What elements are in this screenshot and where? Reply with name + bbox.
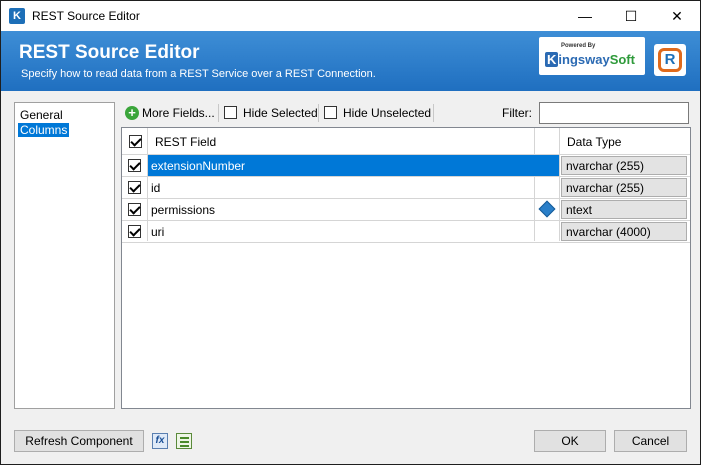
rest-logo-icon: R [654, 44, 686, 76]
rest-field-cell[interactable]: extensionNumber [148, 155, 534, 176]
data-type-value[interactable]: ntext [561, 200, 687, 219]
toolbar-divider [218, 104, 219, 122]
row-selection-fill [534, 155, 559, 176]
banner-subtitle: Specify how to read data from a REST Ser… [21, 68, 376, 80]
columns-toolbar: + More Fields... Hide Selected Hide Unse… [121, 102, 691, 124]
row-checkbox[interactable] [128, 203, 141, 216]
header-banner: REST Source Editor Specify how to read d… [1, 31, 700, 91]
more-fields-button[interactable]: More Fields... [142, 106, 215, 120]
field-info-icon[interactable] [538, 200, 556, 218]
banner-title: REST Source Editor [19, 42, 200, 63]
app-logo-icon: K [9, 8, 25, 24]
table-row[interactable]: extensionNumber nvarchar (255) [122, 155, 690, 177]
toolbar-divider [318, 104, 319, 122]
table-row[interactable]: permissions ntext [122, 199, 690, 221]
hide-unselected-label[interactable]: Hide Unselected [343, 106, 431, 120]
rest-field-cell[interactable]: uri [148, 221, 534, 242]
row-checkbox[interactable] [128, 225, 141, 238]
page-navigation: General Columns [14, 102, 115, 409]
table-row[interactable]: id nvarchar (255) [122, 177, 690, 199]
title-bar[interactable]: K REST Source Editor — ☐ ✕ [1, 1, 700, 31]
hide-selected-label[interactable]: Hide Selected [243, 106, 318, 120]
maximize-button[interactable]: ☐ [608, 1, 654, 31]
row-checkbox[interactable] [128, 159, 141, 172]
row-checkbox[interactable] [128, 181, 141, 194]
window-title: REST Source Editor [32, 9, 140, 23]
ok-button[interactable]: OK [534, 430, 606, 452]
table-row[interactable]: uri nvarchar (4000) [122, 221, 690, 243]
column-header-rest-field[interactable]: REST Field [155, 135, 216, 149]
rest-field-cell[interactable]: permissions [148, 199, 534, 220]
grid-header: REST Field Data Type [122, 128, 690, 155]
add-icon: + [125, 106, 139, 120]
rest-source-editor-window: K REST Source Editor — ☐ ✕ REST Source E… [0, 0, 701, 465]
column-header-data-type[interactable]: Data Type [567, 135, 621, 149]
rest-field-cell[interactable]: id [148, 177, 534, 198]
expression-fx-icon[interactable]: fx [152, 433, 168, 449]
logo-wordmark: KingswaySoft [545, 52, 635, 67]
refresh-component-button[interactable]: Refresh Component [14, 430, 144, 452]
data-type-value[interactable]: nvarchar (255) [561, 178, 687, 197]
data-type-value[interactable]: nvarchar (4000) [561, 222, 687, 241]
cancel-button[interactable]: Cancel [614, 430, 687, 452]
nav-item-columns[interactable]: Columns [18, 123, 70, 137]
select-all-checkbox[interactable] [129, 135, 142, 148]
nav-item-general[interactable]: General [18, 108, 65, 122]
toolbar-divider [433, 104, 434, 122]
columns-grid: REST Field Data Type extensionNumber nva… [121, 127, 691, 409]
data-type-value[interactable]: nvarchar (255) [561, 156, 687, 175]
variables-list-icon[interactable] [176, 433, 192, 449]
filter-input[interactable] [539, 102, 689, 124]
close-button[interactable]: ✕ [654, 1, 700, 31]
logo-powered-by: Powered By [561, 43, 596, 49]
minimize-button[interactable]: — [562, 1, 608, 31]
hide-unselected-checkbox[interactable] [324, 106, 337, 119]
filter-label: Filter: [502, 106, 532, 120]
kingswaysoft-logo: Powered By KingswaySoft [539, 37, 645, 75]
hide-selected-checkbox[interactable] [224, 106, 237, 119]
